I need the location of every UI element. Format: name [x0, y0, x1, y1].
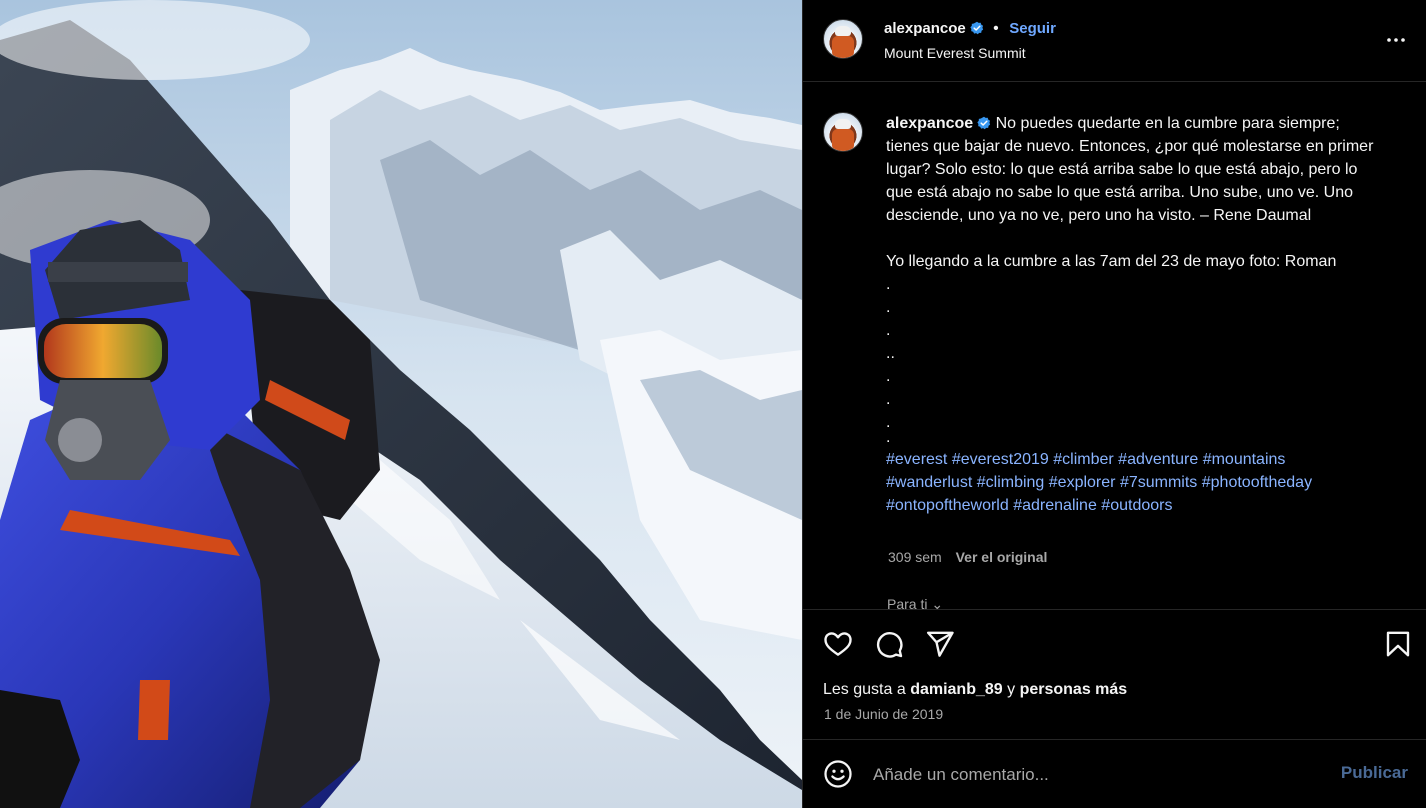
caption-dots: . . . .. . . . .	[886, 273, 1408, 448]
post-date[interactable]: 1 de Junio de 2019	[824, 706, 943, 722]
dot-line: .	[886, 299, 891, 316]
see-original-button[interactable]: Ver el original	[956, 549, 1048, 565]
comment-input[interactable]	[871, 760, 1315, 790]
hashtag-list: #everest #everest2019 #climber #adventur…	[886, 448, 1408, 517]
hashtag-link[interactable]: #everest2019	[952, 451, 1049, 468]
bookmark-icon[interactable]	[1383, 629, 1413, 659]
follow-button[interactable]: Seguir	[1009, 20, 1056, 37]
dot-line: .	[886, 429, 891, 446]
smiley-icon[interactable]	[823, 759, 853, 789]
dot-line: .	[886, 276, 891, 293]
likes-others-link[interactable]: personas más	[1020, 681, 1128, 698]
comment-bar: Publicar	[803, 739, 1426, 808]
dot-line: .	[886, 414, 891, 431]
hashtag-link[interactable]: #photooftheday	[1202, 474, 1312, 491]
caption-text-line: lugar? Solo esto: lo que está arriba sab…	[886, 161, 1358, 178]
hashtag-link[interactable]: #explorer	[1049, 474, 1116, 491]
action-bar: Les gusta a damianb_89 y personas más 1 …	[803, 609, 1426, 739]
hashtag-link[interactable]: #climber	[1053, 451, 1113, 468]
hashtag-link[interactable]: #mountains	[1203, 451, 1286, 468]
header-title-row: alexpancoe • Seguir	[884, 20, 1056, 38]
dot-line: .	[886, 391, 891, 408]
post-header: alexpancoe • Seguir Mount Everest Summit	[803, 0, 1426, 82]
caption-avatar[interactable]	[823, 112, 863, 152]
dot-line: ..	[886, 345, 895, 362]
verified-badge-icon	[970, 21, 983, 35]
for-you-link[interactable]: Para ti ⌄	[887, 596, 943, 609]
hashtag-link[interactable]: #outdoors	[1101, 497, 1172, 514]
hashtag-link[interactable]: #adventure	[1118, 451, 1198, 468]
ellipsis-icon[interactable]	[1384, 28, 1408, 52]
likes-joiner: y	[1007, 681, 1016, 698]
hashtag-link[interactable]: #7summits	[1120, 474, 1197, 491]
paper-plane-icon[interactable]	[925, 629, 955, 659]
publish-button[interactable]: Publicar	[1341, 763, 1408, 783]
caption-username[interactable]: alexpancoe	[886, 115, 973, 132]
username[interactable]: alexpancoe	[884, 20, 966, 37]
hashtag-link[interactable]: #ontopoftheworld	[886, 497, 1009, 514]
caption-blank-line	[886, 227, 1408, 250]
caption-text-line: No puedes quedarte en la cumbre para sie…	[995, 115, 1340, 132]
post-photo[interactable]	[0, 0, 802, 808]
chevron-down-icon: ⌄	[931, 596, 944, 609]
caption-line: alexpancoe No puedes quedarte en la cumb…	[886, 112, 1408, 135]
caption-text-line: tienes que bajar de nuevo. Entonces, ¿po…	[886, 138, 1374, 155]
heart-icon[interactable]	[823, 629, 853, 659]
post-age[interactable]: 309 sem	[888, 549, 942, 565]
likes-summary: Les gusta a damianb_89 y personas más	[823, 681, 1127, 699]
location-link[interactable]: Mount Everest Summit	[884, 45, 1026, 61]
dot-line: .	[886, 368, 891, 385]
hashtag-link[interactable]: #climbing	[977, 474, 1045, 491]
post-side-panel: alexpancoe • Seguir Mount Everest Summit…	[802, 0, 1426, 808]
avatar[interactable]	[823, 19, 863, 59]
hashtag-link[interactable]: #everest	[886, 451, 947, 468]
hashtag-link[interactable]: #wanderlust	[886, 474, 972, 491]
dot-line: .	[886, 322, 891, 339]
everest-climber-image	[0, 0, 802, 808]
hashtag-link[interactable]: #adrenaline	[1013, 497, 1097, 514]
caption-area: alexpancoe No puedes quedarte en la cumb…	[803, 82, 1426, 609]
caption-text-line: desciende, uno ya no ve, pero uno ha vis…	[886, 207, 1312, 224]
likes-prefix: Les gusta a	[823, 681, 906, 698]
caption-meta: 309 sem Ver el original	[888, 549, 1047, 565]
verified-badge-icon	[977, 116, 991, 130]
caption-text: alexpancoe No puedes quedarte en la cumb…	[886, 112, 1408, 517]
post-modal: alexpancoe • Seguir Mount Everest Summit…	[0, 0, 1426, 808]
for-you-label: Para ti	[887, 596, 928, 609]
separator-dot: •	[993, 20, 999, 37]
liker-username[interactable]: damianb_89	[910, 681, 1002, 698]
caption-second-paragraph: Yo llegando a la cumbre a las 7am del 23…	[886, 253, 1337, 270]
caption-text-line: que está abajo no sabe lo que está arrib…	[886, 184, 1353, 201]
comment-bubble-icon[interactable]	[874, 629, 904, 659]
